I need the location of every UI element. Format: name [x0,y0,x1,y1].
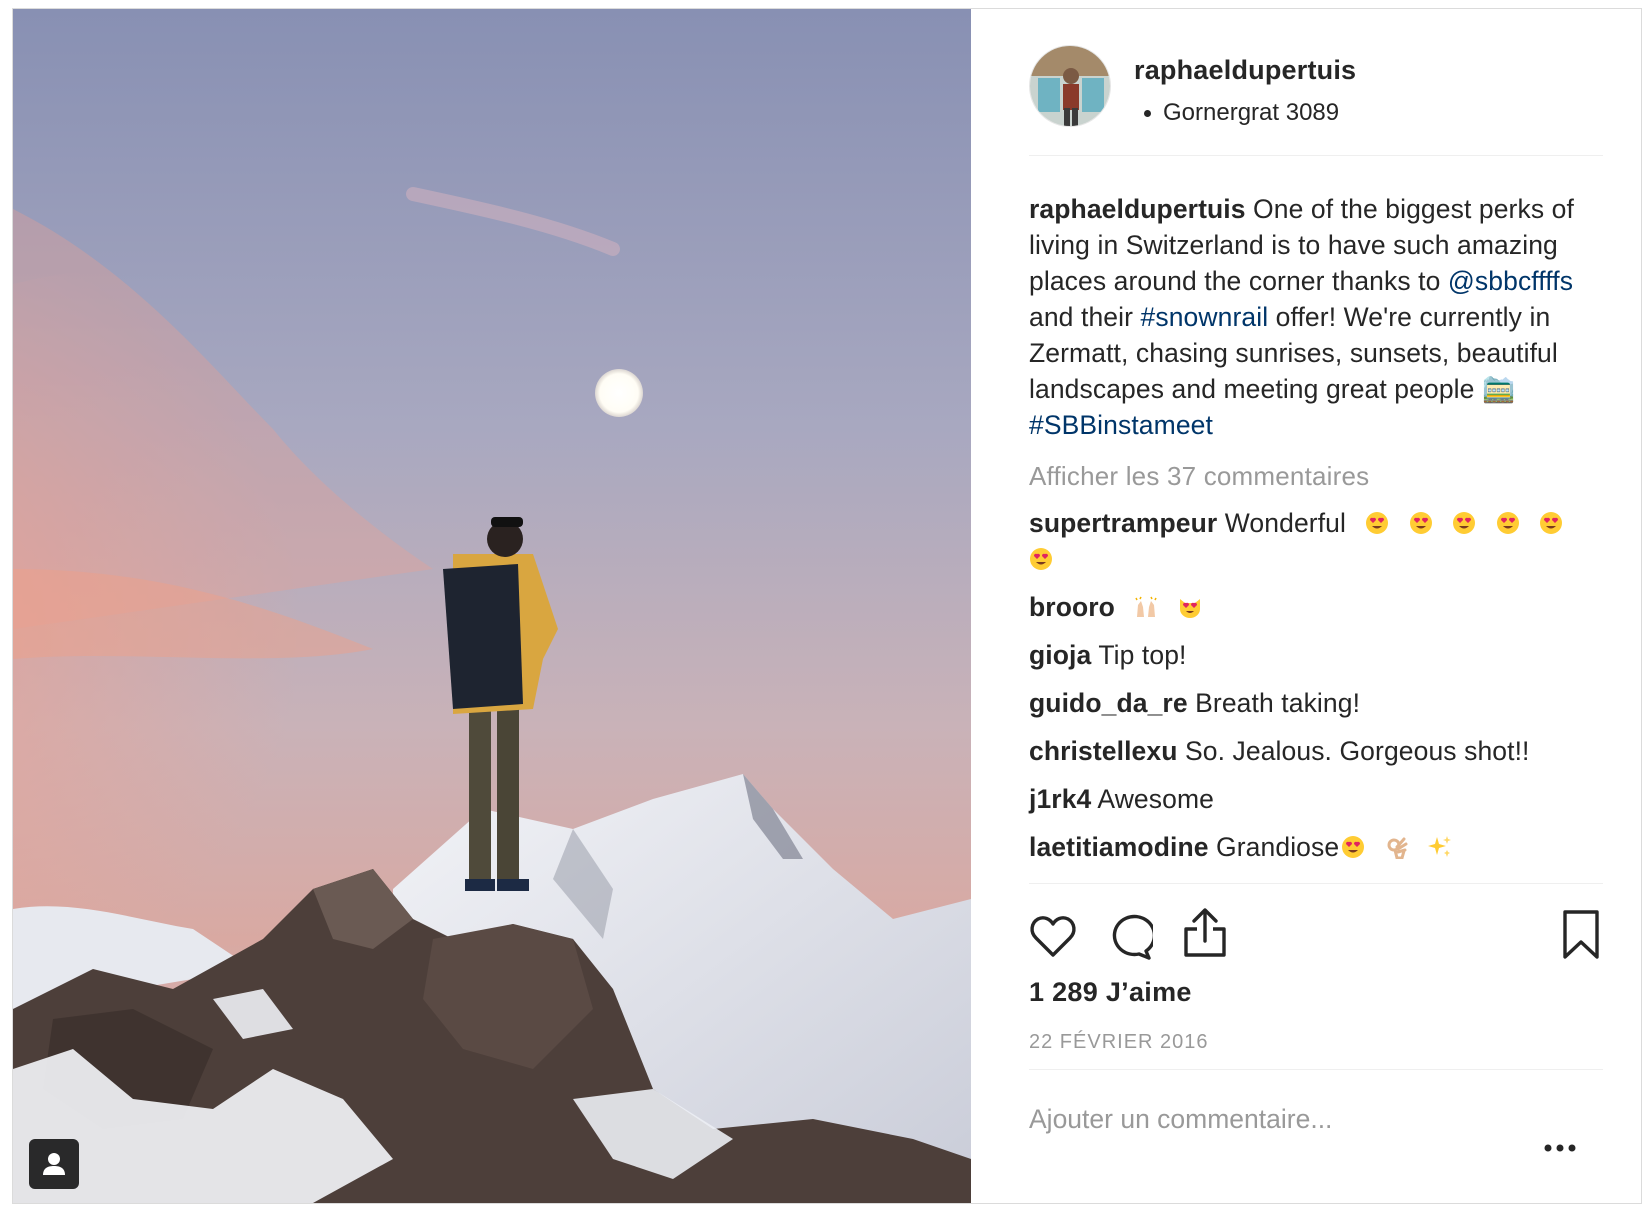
comment-username[interactable]: laetitiamodine [1029,832,1209,862]
comment-text: Tip top! [1091,640,1187,670]
action-bar [1029,908,1603,965]
caption-username[interactable]: raphaeldupertuis [1029,194,1246,224]
heart-eyes-emoji-icon [1030,548,1052,570]
comment-username[interactable]: gioja [1029,640,1091,670]
comments-divider [1029,883,1603,884]
comment-text: Grandiose [1208,832,1340,862]
heart-eyes-emoji-icon [1453,512,1476,534]
header-divider [1029,155,1603,156]
post-card: raphaeldupertuis Gornergrat 3089 raphael… [12,8,1642,1204]
heart-eyes-emoji-icon [1342,836,1365,858]
comment-username[interactable]: guido_da_re [1029,688,1188,718]
view-all-comments-link[interactable]: Afficher les 37 commentaires [1029,461,1369,492]
post-author-username[interactable]: raphaeldupertuis [1134,55,1356,86]
comment-username[interactable]: supertrampeur [1029,508,1217,538]
user-tag-icon [43,1153,65,1175]
mountain-photo [13,9,971,1203]
comment-username[interactable]: j1rk4 [1029,784,1091,814]
heart-eyes-emoji-icon [1366,512,1389,534]
heart-eyes-emoji-icon [1409,512,1432,534]
comment-text: Awesome [1091,784,1214,814]
post-date: 22 FÉVRIER 2016 [1029,1031,1209,1053]
comment: laetitiamodine Grandiose [1029,829,1603,865]
train-emoji: 🚞 [1481,374,1516,404]
comment-username[interactable]: christellexu [1029,736,1178,766]
share-icon[interactable] [1181,907,1229,959]
bookmark-icon[interactable] [1561,909,1601,961]
ok-hand-emoji-icon [1387,837,1408,859]
avatar[interactable] [1029,45,1111,127]
location-dot [1144,109,1151,117]
more-options-icon[interactable] [1543,1143,1577,1153]
comment-text: So. Jealous. Gorgeous shot!! [1177,736,1530,766]
heart-eyes-cat-emoji-icon [1179,599,1200,618]
like-count[interactable]: 1 289 J’aime [1029,977,1192,1008]
comment-username[interactable]: brooro [1029,592,1115,622]
post-photo[interactable] [13,9,971,1203]
footer-divider [1029,1069,1603,1070]
post-caption: raphaeldupertuis One of the biggest perk… [1029,191,1603,443]
post-location[interactable]: Gornergrat 3089 [1134,99,1339,127]
heart-eyes-emoji-icon [1540,512,1563,534]
location-label[interactable]: Gornergrat 3089 [1163,99,1339,127]
comment-icon[interactable] [1105,913,1153,961]
comments-list: supertrampeur Wonderful brooro gioja Tip… [1029,505,1603,877]
tagged-users-button[interactable] [29,1139,79,1189]
post-header: raphaeldupertuis Gornergrat 3089 [1029,45,1589,135]
comment: gioja Tip top! [1029,637,1603,673]
comment: christellexu So. Jealous. Gorgeous shot!… [1029,733,1603,769]
raised-hands-emoji-icon [1135,596,1158,617]
add-comment-input[interactable] [1029,1099,1529,1139]
heart-eyes-emoji-icon [1496,512,1519,534]
comment-text: Wonderful [1217,508,1346,538]
heart-icon[interactable] [1029,913,1077,959]
sparkles-emoji-icon [1428,836,1452,857]
caption-text: and their [1029,302,1141,332]
comment: j1rk4 Awesome [1029,781,1603,817]
mention-link[interactable]: @sbbcffffs [1448,266,1573,296]
comment: supertrampeur Wonderful [1029,505,1603,577]
comment-text: Breath taking! [1187,688,1361,718]
hashtag-link[interactable]: #SBBinstameet [1029,410,1213,440]
comment: brooro [1029,589,1603,625]
post-details-panel: raphaeldupertuis Gornergrat 3089 raphael… [971,9,1641,1203]
hashtag-link[interactable]: #snownrail [1141,302,1269,332]
avatar-image [1030,46,1110,126]
comment: guido_da_re Breath taking! [1029,685,1603,721]
